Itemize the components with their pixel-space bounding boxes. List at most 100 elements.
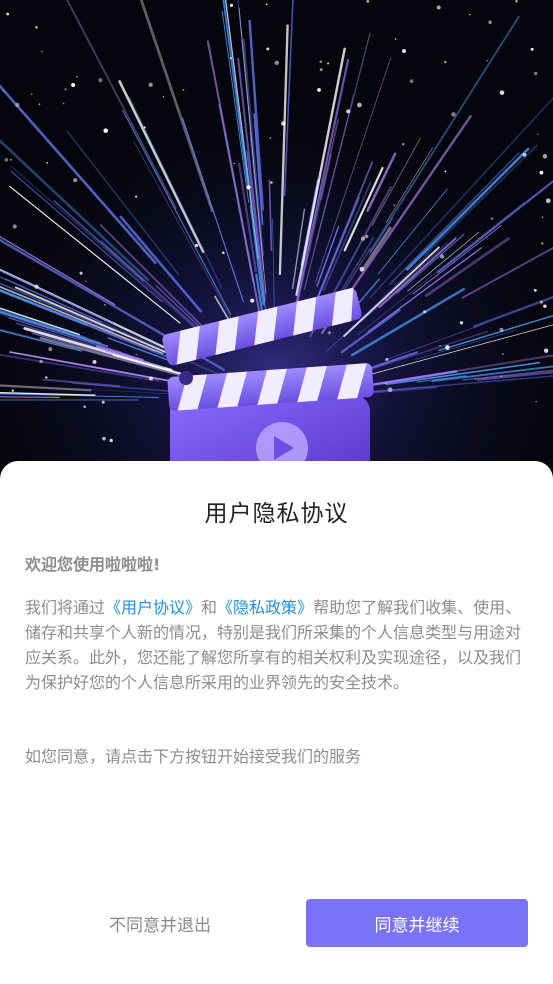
star-dot: [250, 298, 255, 303]
star-dot: [229, 57, 232, 60]
warp-speed-background: [0, 0, 553, 480]
agree-and-continue-button[interactable]: 同意并继续: [306, 899, 528, 947]
star-dot: [501, 353, 504, 355]
star-dot: [393, 204, 396, 207]
star-dot: [488, 20, 492, 25]
star-dot: [162, 95, 165, 98]
star-dot: [436, 5, 441, 10]
star-dot: [35, 26, 38, 29]
star-dot: [402, 142, 405, 146]
user-agreement-link[interactable]: 《用户协议》: [105, 598, 201, 617]
star-dot: [274, 60, 280, 66]
star-dot: [79, 271, 83, 275]
star-dot: [445, 345, 450, 350]
star-dot: [11, 389, 14, 392]
star-dot: [423, 310, 427, 314]
star-dot: [536, 133, 539, 135]
star-dot: [317, 88, 321, 92]
dialog-title: 用户隐私协议: [204, 501, 349, 527]
star-dot: [6, 12, 10, 16]
star-dot: [451, 112, 456, 117]
star-dot: [4, 158, 9, 162]
star-dot: [246, 185, 251, 190]
star-dot: [103, 303, 106, 306]
consent-note: 如您同意，请点击下方按钮开始接受我们的服务: [25, 747, 362, 766]
star-dot: [85, 280, 87, 282]
star-dot: [490, 217, 494, 220]
privacy-agreement-dialog: 用户隐私协议 欢迎您使用啦啦啦! 我们将通过《用户协议》和《隐私政策》帮助您了解…: [0, 461, 553, 984]
star-dot: [92, 359, 97, 364]
star-dot: [542, 154, 548, 159]
star-dot: [103, 128, 108, 133]
star-dot: [143, 126, 146, 129]
body-prefix: 我们将通过: [25, 598, 106, 617]
star-dot: [233, 162, 235, 165]
star-dot: [229, 3, 234, 8]
star-dot: [357, 102, 362, 108]
star-dot: [474, 378, 477, 380]
star-dot: [541, 242, 544, 245]
star-dot: [265, 3, 268, 6]
star-dot: [439, 345, 441, 347]
star-dot: [535, 401, 537, 403]
splash-hero: [0, 0, 553, 480]
star-dot: [444, 170, 447, 173]
star-dot: [269, 137, 271, 139]
star-dot: [534, 71, 538, 76]
star-dot: [402, 49, 406, 53]
star-dot: [71, 82, 76, 88]
star-dot: [327, 331, 331, 335]
star-dot: [543, 348, 549, 353]
star-dot: [83, 405, 87, 409]
star-dot: [64, 88, 67, 91]
star-dot: [76, 75, 78, 78]
star-dot: [102, 436, 106, 441]
star-dot: [409, 79, 414, 84]
star-dot: [182, 89, 185, 91]
privacy-policy-link[interactable]: 《隐私政策》: [217, 598, 313, 617]
star-dot: [39, 359, 43, 364]
star-dot: [366, 0, 370, 3]
star-dot: [533, 288, 537, 292]
star-dot: [9, 158, 12, 161]
star-dot: [319, 60, 323, 63]
star-dot: [148, 82, 153, 87]
star-dot: [270, 181, 273, 184]
star-dot: [30, 93, 33, 96]
star-dot: [545, 198, 551, 204]
conjunction-text: 和: [201, 598, 218, 617]
star-dot: [359, 266, 365, 272]
star-dot: [319, 68, 323, 72]
star-dot: [439, 254, 445, 259]
star-dot: [34, 284, 39, 289]
star-dot: [12, 224, 17, 229]
star-dot: [444, 60, 447, 64]
star-dot: [98, 78, 103, 83]
welcome-text: 欢迎您使用啦啦啦!: [25, 555, 161, 574]
star-dot: [45, 376, 48, 379]
star-dot: [364, 234, 369, 239]
star-dot: [327, 62, 330, 65]
star-dot: [15, 102, 20, 108]
star-dot: [134, 195, 138, 198]
star-dot: [109, 438, 113, 443]
star-dot: [500, 375, 502, 378]
star-dot: [41, 50, 44, 53]
star-dot: [222, 251, 225, 255]
star-dot: [499, 90, 505, 95]
star-dot: [522, 153, 527, 157]
star-dot: [469, 13, 471, 16]
star-dot: [135, 353, 138, 356]
agreement-paragraph: 我们将通过《用户协议》和《隐私政策》帮助您了解我们收集、使用、储存和共享个人新的…: [25, 595, 530, 695]
star-dot: [385, 357, 389, 361]
star-dot: [148, 376, 154, 381]
star-dot: [266, 47, 270, 51]
star-dot: [394, 38, 397, 40]
decline-and-exit-button[interactable]: 不同意并退出: [80, 899, 240, 947]
star-dot: [46, 161, 49, 164]
star-dot: [387, 387, 393, 393]
star-dot: [385, 383, 387, 385]
star-dot: [38, 103, 41, 106]
star-dot: [539, 170, 544, 175]
star-dot: [486, 59, 488, 62]
